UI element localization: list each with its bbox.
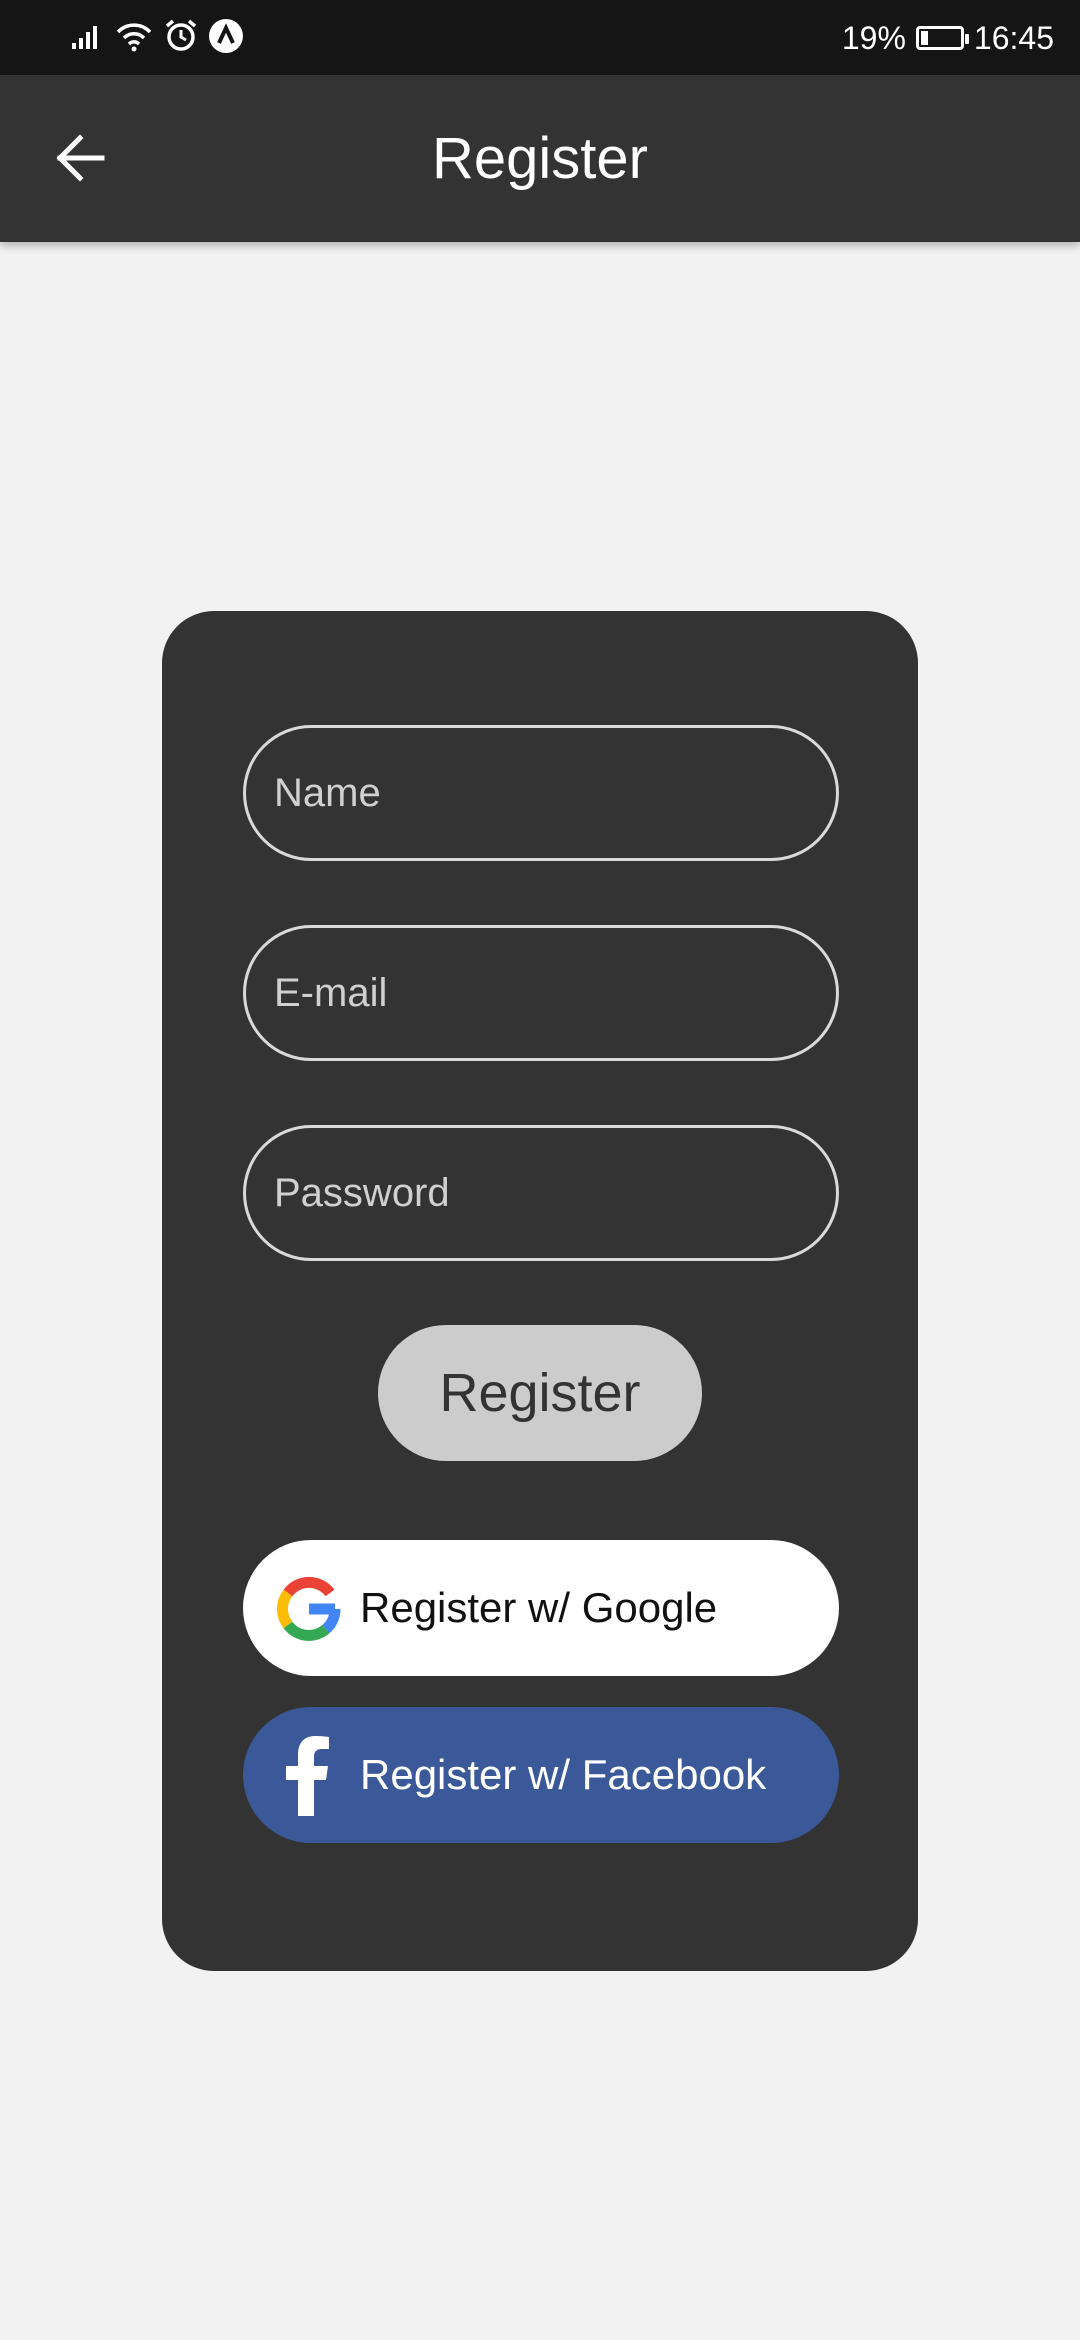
register-google-button[interactable]: Register w/ Google bbox=[243, 1540, 839, 1676]
battery-level bbox=[920, 31, 928, 45]
back-button[interactable] bbox=[40, 118, 120, 198]
status-icons-left bbox=[70, 18, 244, 58]
app-bar: Register bbox=[0, 75, 1080, 242]
name-field bbox=[243, 725, 839, 861]
google-g-icon bbox=[273, 1573, 345, 1645]
password-input[interactable] bbox=[246, 1128, 836, 1258]
alarm-icon bbox=[164, 19, 198, 58]
app-notification-icon bbox=[208, 18, 244, 59]
register-facebook-button[interactable]: Register w/ Facebook bbox=[243, 1707, 839, 1843]
battery-percent: 19% bbox=[841, 19, 906, 56]
register-button-label: Register bbox=[439, 1363, 641, 1423]
signal-icon bbox=[70, 21, 104, 56]
facebook-f-icon bbox=[273, 1736, 345, 1816]
battery-icon bbox=[915, 26, 969, 50]
password-field bbox=[243, 1125, 839, 1261]
status-icons-right: 19% 16:45 bbox=[842, 18, 1054, 58]
arrow-left-icon bbox=[56, 134, 105, 182]
wifi-icon bbox=[114, 20, 154, 57]
register-card: Register Register w/ Google Register w/ … bbox=[162, 611, 918, 1971]
register-google-label: Register w/ Google bbox=[360, 1584, 718, 1631]
name-input[interactable] bbox=[246, 728, 836, 858]
email-field bbox=[243, 925, 839, 1061]
register-button[interactable]: Register bbox=[378, 1325, 702, 1461]
clock-time: 16:45 bbox=[973, 19, 1054, 56]
register-facebook-label: Register w/ Facebook bbox=[360, 1751, 767, 1798]
status-bar: 19% 16:45 bbox=[0, 0, 1080, 75]
page-title: Register bbox=[432, 126, 648, 191]
email-input[interactable] bbox=[246, 928, 836, 1058]
